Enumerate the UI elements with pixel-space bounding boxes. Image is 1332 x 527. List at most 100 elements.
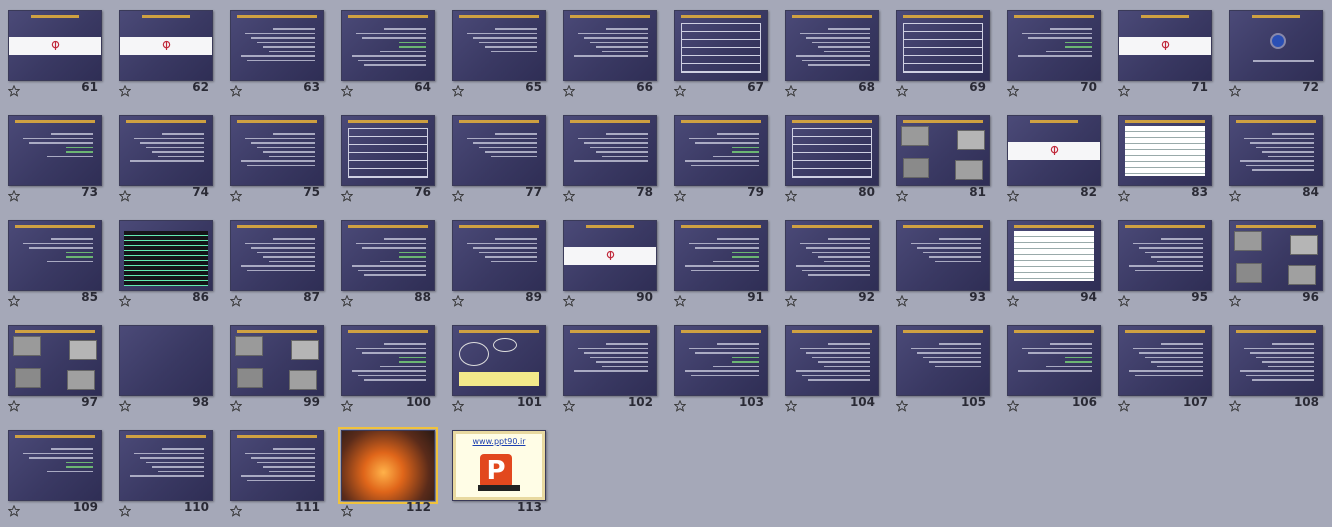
slide-preview[interactable] — [1007, 220, 1101, 291]
slide-thumbnail[interactable]: 101 — [444, 315, 555, 420]
slide-thumbnail[interactable]: www.ppt90.ir P 113 — [444, 420, 555, 525]
slide-transition-star-icon[interactable] — [7, 82, 21, 97]
slide-preview[interactable] — [338, 427, 438, 504]
slide-transition-star-icon[interactable] — [673, 292, 687, 307]
slide-transition-star-icon[interactable] — [784, 82, 798, 97]
slide-thumbnail[interactable]: 98 — [111, 315, 222, 420]
slide-transition-star-icon[interactable] — [229, 397, 243, 412]
slide-thumbnail[interactable]: 96 — [1221, 210, 1332, 315]
slide-thumbnail[interactable]: 71 — [1110, 0, 1221, 105]
slide-thumbnail[interactable]: 83 — [1110, 105, 1221, 210]
slide-thumbnail[interactable]: 87 — [222, 210, 333, 315]
slide-thumbnail[interactable]: 112 — [333, 420, 444, 525]
slide-thumbnail[interactable]: 94 — [999, 210, 1110, 315]
slide-transition-star-icon[interactable] — [7, 292, 21, 307]
slide-preview[interactable] — [896, 325, 990, 396]
slide-transition-star-icon[interactable] — [118, 502, 132, 517]
slide-thumbnail[interactable]: 79 — [666, 105, 777, 210]
slide-transition-star-icon[interactable] — [562, 82, 576, 97]
slide-transition-star-icon[interactable] — [1006, 187, 1020, 202]
slide-transition-star-icon[interactable] — [340, 292, 354, 307]
slide-thumbnail[interactable]: 93 — [888, 210, 999, 315]
slide-transition-star-icon[interactable] — [1006, 82, 1020, 97]
slide-transition-star-icon[interactable] — [1117, 187, 1131, 202]
slide-transition-star-icon[interactable] — [340, 82, 354, 97]
slide-preview[interactable] — [563, 220, 657, 291]
slide-transition-star-icon[interactable] — [1228, 187, 1242, 202]
slide-transition-star-icon[interactable] — [340, 187, 354, 202]
slide-transition-star-icon[interactable] — [340, 502, 354, 517]
slide-preview[interactable] — [119, 220, 213, 291]
slide-transition-star-icon[interactable] — [1228, 292, 1242, 307]
slide-preview[interactable] — [230, 430, 324, 501]
slide-preview[interactable] — [1007, 325, 1101, 396]
slide-preview[interactable] — [341, 115, 435, 186]
slide-thumbnail[interactable]: 61 — [0, 0, 111, 105]
slide-transition-star-icon[interactable] — [562, 397, 576, 412]
slide-preview[interactable] — [341, 325, 435, 396]
slide-preview[interactable] — [563, 115, 657, 186]
slide-thumbnail[interactable]: 86 — [111, 210, 222, 315]
slide-thumbnail[interactable]: 82 — [999, 105, 1110, 210]
slide-thumbnail[interactable]: 76 — [333, 105, 444, 210]
slide-thumbnail[interactable]: 65 — [444, 0, 555, 105]
slide-preview[interactable] — [452, 10, 546, 81]
slide-thumbnail[interactable]: 80 — [777, 105, 888, 210]
slide-transition-star-icon[interactable] — [673, 397, 687, 412]
slide-thumbnail[interactable]: 97 — [0, 315, 111, 420]
slide-transition-star-icon[interactable] — [1117, 82, 1131, 97]
slide-transition-star-icon[interactable] — [673, 187, 687, 202]
slide-transition-star-icon[interactable] — [118, 82, 132, 97]
slide-thumbnail[interactable]: 81 — [888, 105, 999, 210]
slide-preview[interactable] — [674, 115, 768, 186]
slide-thumbnail[interactable]: 99 — [222, 315, 333, 420]
slide-preview[interactable] — [452, 325, 546, 396]
slide-thumbnail[interactable]: 108 — [1221, 315, 1332, 420]
slide-thumbnail[interactable]: 78 — [555, 105, 666, 210]
slide-preview[interactable] — [230, 10, 324, 81]
slide-thumbnail[interactable]: 91 — [666, 210, 777, 315]
slide-transition-star-icon[interactable] — [229, 502, 243, 517]
slide-transition-star-icon[interactable] — [451, 292, 465, 307]
slide-transition-star-icon[interactable] — [1228, 82, 1242, 97]
slide-preview[interactable] — [1007, 10, 1101, 81]
slide-preview[interactable] — [230, 220, 324, 291]
slide-thumbnail[interactable]: 102 — [555, 315, 666, 420]
slide-thumbnail[interactable]: 111 — [222, 420, 333, 525]
slide-transition-star-icon[interactable] — [1006, 397, 1020, 412]
slide-preview[interactable] — [1118, 10, 1212, 81]
slide-preview[interactable] — [1118, 220, 1212, 291]
slide-preview[interactable] — [1229, 220, 1323, 291]
slide-preview[interactable] — [341, 220, 435, 291]
slide-thumbnail[interactable]: 89 — [444, 210, 555, 315]
slide-preview[interactable] — [785, 115, 879, 186]
slide-thumbnail[interactable]: 64 — [333, 0, 444, 105]
slide-preview[interactable] — [8, 115, 102, 186]
slide-preview[interactable] — [1229, 115, 1323, 186]
slide-preview[interactable] — [8, 220, 102, 291]
slide-thumbnail[interactable]: 75 — [222, 105, 333, 210]
slide-transition-star-icon[interactable] — [118, 397, 132, 412]
slide-thumbnail[interactable]: 90 — [555, 210, 666, 315]
slide-thumbnail[interactable]: 72 — [1221, 0, 1332, 105]
slide-preview[interactable] — [785, 325, 879, 396]
slide-transition-star-icon[interactable] — [673, 82, 687, 97]
slide-preview[interactable] — [896, 220, 990, 291]
slide-thumbnail[interactable]: 69 — [888, 0, 999, 105]
slide-transition-star-icon[interactable] — [451, 397, 465, 412]
slide-preview[interactable] — [674, 325, 768, 396]
slide-preview[interactable] — [230, 115, 324, 186]
slide-preview[interactable] — [674, 220, 768, 291]
slide-thumbnail[interactable]: 84 — [1221, 105, 1332, 210]
slide-transition-star-icon[interactable] — [1117, 397, 1131, 412]
slide-preview[interactable] — [8, 10, 102, 81]
slide-transition-star-icon[interactable] — [229, 292, 243, 307]
slide-preview[interactable] — [230, 325, 324, 396]
slide-transition-star-icon[interactable] — [784, 292, 798, 307]
slide-preview[interactable] — [1118, 325, 1212, 396]
slide-transition-star-icon[interactable] — [895, 292, 909, 307]
slide-transition-star-icon[interactable] — [229, 187, 243, 202]
slide-thumbnail[interactable]: 88 — [333, 210, 444, 315]
slide-transition-star-icon[interactable] — [895, 397, 909, 412]
slide-preview[interactable] — [341, 10, 435, 81]
